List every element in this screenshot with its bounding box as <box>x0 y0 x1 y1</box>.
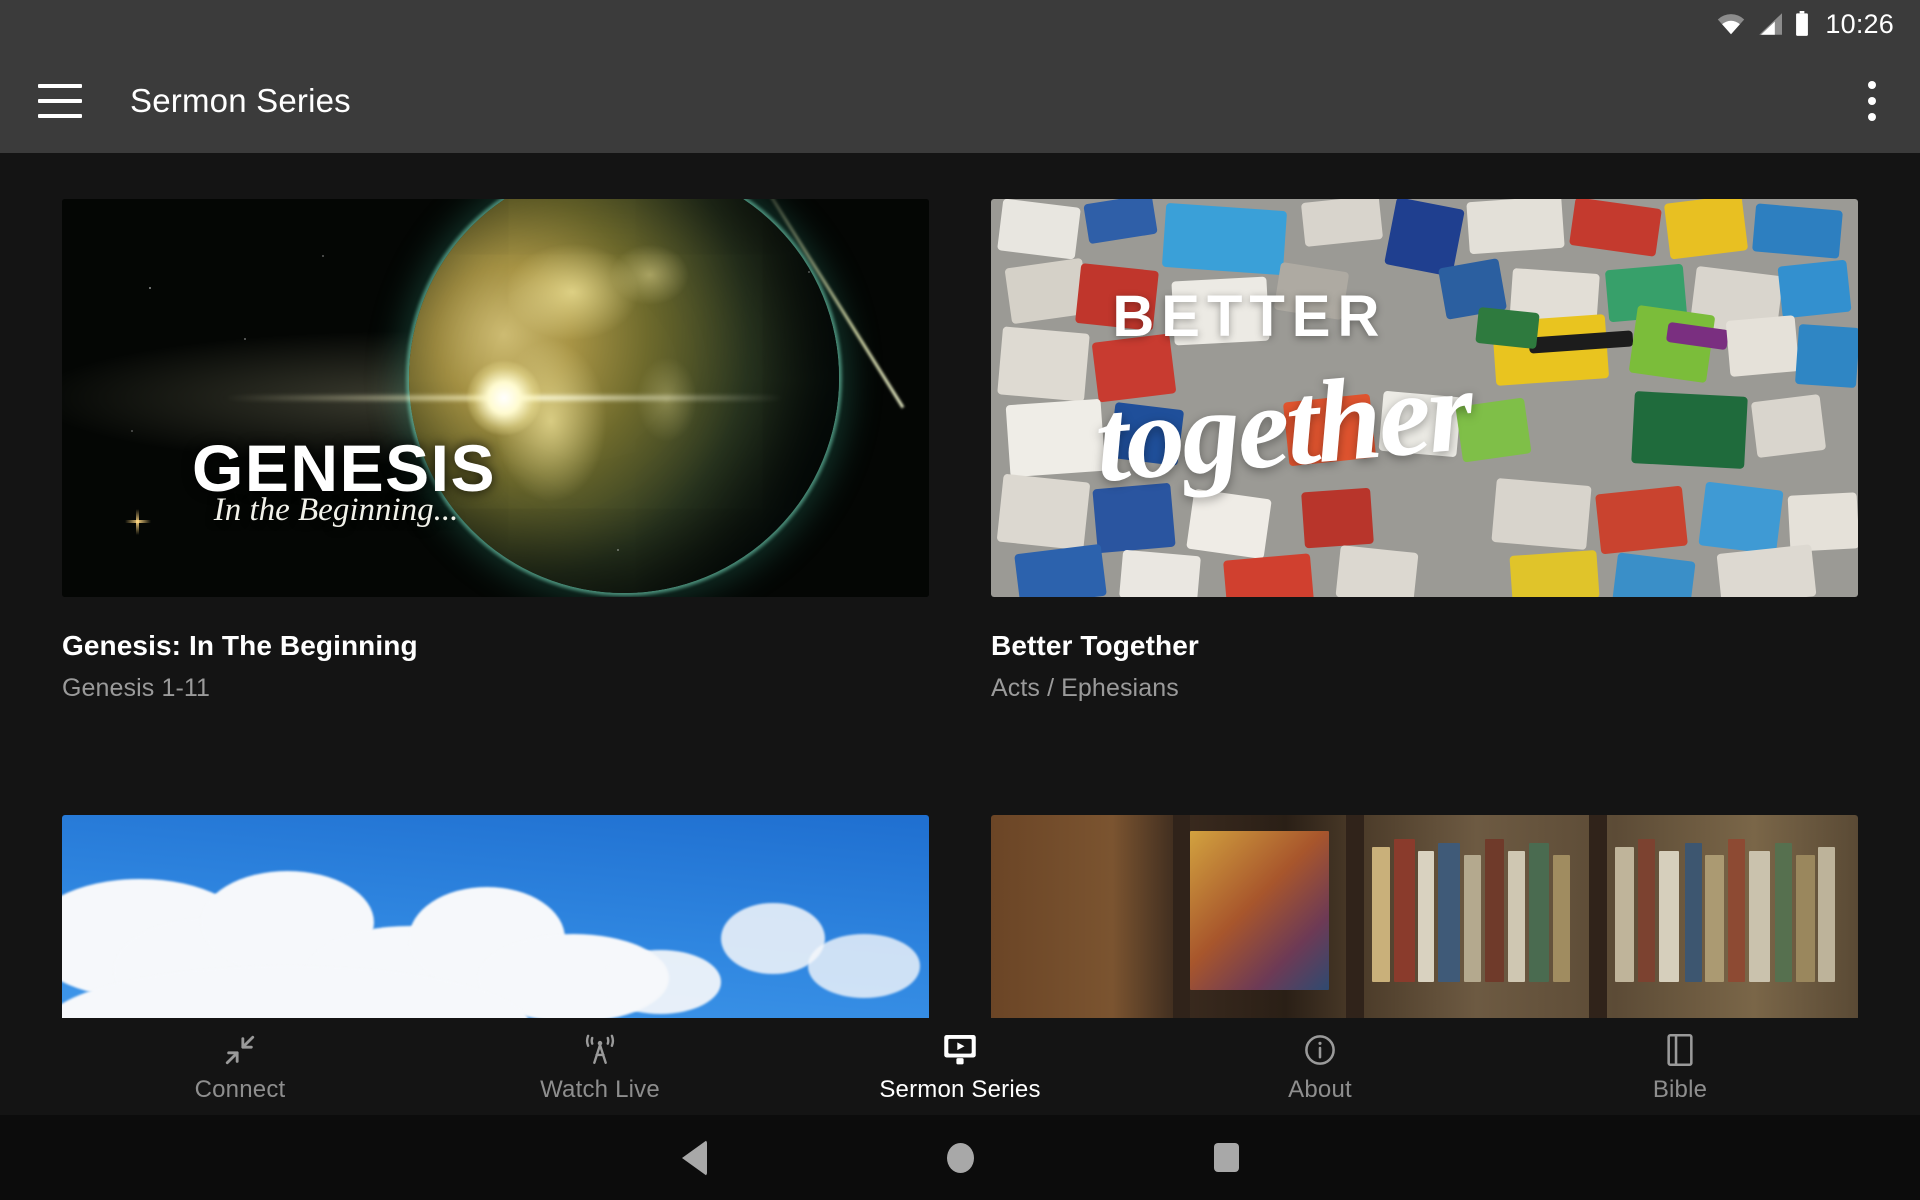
status-bar: 10:26 <box>0 0 1920 48</box>
artwork-subtitle-text: In the Beginning... <box>213 491 459 528</box>
bottom-navigation-bar: Connect Watch Live Sermon Series About B… <box>0 1018 1920 1115</box>
star-sparkle <box>124 509 151 536</box>
series-title: Better Together <box>991 630 1199 661</box>
cellular-signal-icon <box>1759 13 1783 35</box>
page-title: Sermon Series <box>130 81 351 119</box>
series-subtitle: Genesis 1-11 <box>62 674 211 702</box>
blue-sky-clouds-image <box>62 815 929 1018</box>
hamburger-menu-icon[interactable] <box>38 83 82 118</box>
info-circle-icon <box>1303 1030 1337 1070</box>
series-subtitle: Acts / Ephesians <box>991 674 1179 702</box>
battery-icon <box>1796 11 1809 36</box>
status-bar-icons <box>1716 11 1810 37</box>
nav-item-watch-live[interactable]: Watch Live <box>510 1030 690 1104</box>
status-bar-time: 10:26 <box>1825 8 1894 39</box>
series-artwork-genesis[interactable]: GENESIS In the Beginning... <box>62 199 929 597</box>
nav-item-sermon-series[interactable]: Sermon Series <box>870 1030 1050 1104</box>
connect-arrows-icon <box>223 1030 257 1070</box>
nav-label-bible: Bible <box>1652 1075 1708 1103</box>
back-button[interactable] <box>561 1139 827 1176</box>
series-grid-row-1: GENESIS In the Beginning... Genesis: In … <box>0 153 1920 703</box>
series-title: Genesis: In The Beginning <box>62 630 418 661</box>
series-card-sky[interactable] <box>62 815 929 1018</box>
nav-item-bible[interactable]: Bible <box>1590 1030 1770 1104</box>
book-icon <box>1665 1030 1695 1070</box>
nav-label-watch-live: Watch Live <box>540 1075 660 1103</box>
series-card-library[interactable] <box>991 815 1858 1018</box>
mosaic-ceramic-tiles-image: BETTER together <box>991 199 1858 597</box>
tv-play-icon <box>942 1030 978 1070</box>
app-bar: Sermon Series <box>0 48 1920 153</box>
home-button[interactable] <box>827 1142 1093 1173</box>
nav-label-sermon-series: Sermon Series <box>879 1075 1041 1103</box>
recents-button[interactable] <box>1093 1143 1359 1172</box>
series-grid-row-2 <box>0 769 1920 1018</box>
broadcast-tower-icon <box>583 1030 617 1070</box>
nav-label-connect: Connect <box>194 1075 286 1103</box>
genesis-earth-sunrise-image: GENESIS In the Beginning... <box>62 199 929 597</box>
series-card-genesis[interactable]: GENESIS In the Beginning... Genesis: In … <box>62 199 929 703</box>
series-artwork-better-together[interactable]: BETTER together <box>991 199 1858 597</box>
android-system-navigation <box>0 1115 1920 1200</box>
nav-label-about: About <box>1288 1075 1352 1103</box>
library-bookshelf-image <box>991 815 1858 1018</box>
series-card-better-together[interactable]: BETTER together Better Together Acts / E… <box>991 199 1858 703</box>
series-artwork-library[interactable] <box>991 815 1858 1018</box>
sun-flare-core <box>467 361 542 435</box>
overflow-menu-icon[interactable] <box>1868 80 1876 121</box>
nav-item-about[interactable]: About <box>1230 1030 1410 1104</box>
artwork-title-text: BETTER <box>1112 283 1387 349</box>
series-artwork-sky[interactable] <box>62 815 929 1018</box>
series-list[interactable]: GENESIS In the Beginning... Genesis: In … <box>0 153 1920 1018</box>
wifi-icon <box>1718 14 1745 35</box>
nav-item-connect[interactable]: Connect <box>150 1030 330 1104</box>
